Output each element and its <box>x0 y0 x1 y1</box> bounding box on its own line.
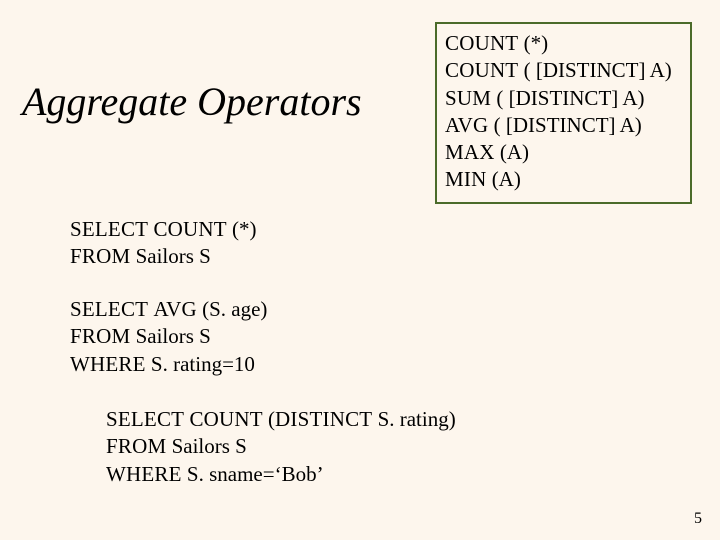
fn-args: (A) <box>495 140 529 164</box>
kw-distinct: DISTINCT <box>275 407 372 431</box>
page-title: Aggregate Operators <box>22 78 362 125</box>
fn-name: MAX <box>445 140 495 164</box>
aggregate-list-box: COUNT (*) COUNT ( [DISTINCT] A) SUM ( [D… <box>435 22 692 204</box>
fn-name: COUNT <box>445 58 518 82</box>
kw-avg: AVG <box>153 297 196 321</box>
fn-args: ( [DISTINCT] A) <box>491 86 644 110</box>
page-number: 5 <box>694 510 702 528</box>
kw-select: SELECT <box>70 217 148 241</box>
count-args: (*) <box>227 217 257 241</box>
query-block-1: SELECT COUNT (*) FROM Sailors S <box>70 216 257 271</box>
where-line: WHERE S. sname=‘Bob’ <box>106 461 456 488</box>
where-line: WHERE S. rating=10 <box>70 351 267 378</box>
kw-count: COUNT <box>153 217 226 241</box>
kw-from: FROM <box>70 324 130 348</box>
select-line: SELECT AVG (S. age) <box>70 296 267 323</box>
fn-name: MIN <box>445 167 486 191</box>
kw-from: FROM <box>70 244 130 268</box>
agg-count-star: COUNT (*) <box>445 30 682 57</box>
avg-args: (S. age) <box>197 297 268 321</box>
select-line: SELECT COUNT (*) <box>70 216 257 243</box>
from-body: Sailors S <box>130 244 211 268</box>
from-body: Sailors S <box>130 324 211 348</box>
fn-args: ( [DISTINCT] A) <box>518 58 671 82</box>
fn-args: (A) <box>486 167 520 191</box>
from-line: FROM Sailors S <box>70 323 267 350</box>
where-body: S. sname=‘Bob’ <box>182 462 324 486</box>
kw-where: WHERE <box>106 462 182 486</box>
query-block-2: SELECT AVG (S. age) FROM Sailors S WHERE… <box>70 296 267 378</box>
count-rest: S. rating) <box>372 407 455 431</box>
agg-sum-distinct: SUM ( [DISTINCT] A) <box>445 85 682 112</box>
from-line: FROM Sailors S <box>106 433 456 460</box>
kw-where: WHERE <box>70 352 146 376</box>
fn-name: COUNT <box>445 31 518 55</box>
agg-max: MAX (A) <box>445 139 682 166</box>
fn-args: ( [DISTINCT] A) <box>488 113 641 137</box>
fn-name: SUM <box>445 86 491 110</box>
agg-min: MIN (A) <box>445 166 682 193</box>
kw-from: FROM <box>106 434 166 458</box>
agg-count-distinct: COUNT ( [DISTINCT] A) <box>445 57 682 84</box>
fn-args: (*) <box>518 31 548 55</box>
agg-avg-distinct: AVG ( [DISTINCT] A) <box>445 112 682 139</box>
where-body: S. rating=10 <box>146 352 255 376</box>
from-line: FROM Sailors S <box>70 243 257 270</box>
kw-select: SELECT <box>106 407 184 431</box>
select-line: SELECT COUNT (DISTINCT S. rating) <box>106 406 456 433</box>
fn-name: AVG <box>445 113 488 137</box>
open-paren: ( <box>263 407 275 431</box>
kw-select: SELECT <box>70 297 148 321</box>
kw-count: COUNT <box>189 407 262 431</box>
query-block-3: SELECT COUNT (DISTINCT S. rating) FROM S… <box>106 406 456 488</box>
from-body: Sailors S <box>166 434 247 458</box>
